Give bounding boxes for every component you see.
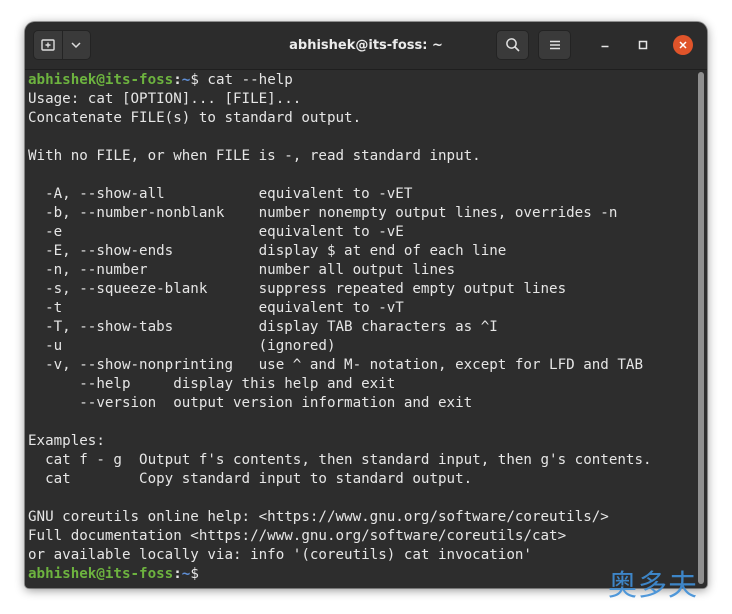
command-line: abhishek@its-foss:~$ cat --help [28, 71, 652, 90]
chevron-down-icon [71, 42, 81, 49]
output-line [28, 166, 652, 185]
terminal-area[interactable]: abhishek@its-foss:~$ cat --help Usage: c… [25, 70, 707, 588]
output-line: -t equivalent to -vT [28, 300, 404, 316]
output-line: -v, --show-nonprinting use ^ and M- nota… [28, 357, 643, 373]
scrollbar[interactable] [698, 72, 704, 584]
output-line: --version output version information and… [28, 395, 473, 411]
output-line: --help display this help and exit [28, 376, 396, 392]
menu-button[interactable] [538, 30, 571, 60]
output-line: -A, --show-all equivalent to -vET [28, 186, 413, 202]
command-text: cat --help [198, 72, 293, 88]
output-line: -n, --number number all output lines [28, 262, 456, 278]
output-line: or available locally via: info '(coreuti… [28, 547, 532, 563]
new-tab-icon [41, 39, 55, 51]
output-line: -E, --show-ends display $ at end of each… [28, 243, 507, 259]
output-line: -T, --show-tabs display TAB characters a… [28, 319, 498, 335]
close-button[interactable] [673, 35, 693, 55]
maximize-button[interactable] [633, 35, 653, 55]
terminal-output: abhishek@its-foss:~$ cat --help Usage: c… [28, 71, 652, 584]
output-line: Usage: cat [OPTION]... [FILE]... [28, 91, 302, 107]
output-line: -s, --squeeze-blank suppress repeated em… [28, 281, 567, 297]
output-line: cat Copy standard input to standard outp… [28, 471, 473, 487]
prompt-separator: : [173, 566, 182, 582]
output-line [28, 413, 652, 432]
output-line [28, 489, 652, 508]
maximize-icon [638, 40, 648, 50]
prompt-line[interactable]: abhishek@its-foss:~$ [28, 565, 652, 584]
titlebar[interactable]: abhishek@its-foss: ~ [25, 22, 707, 70]
output-line: With no FILE, or when FILE is -, read st… [28, 148, 481, 164]
close-icon [679, 41, 687, 49]
watermark-text: 奥多夫 [608, 568, 699, 602]
search-icon [505, 38, 520, 52]
minimize-icon [601, 45, 609, 48]
new-tab-button[interactable] [34, 31, 62, 59]
prompt-user-host: abhishek@its-foss [28, 566, 174, 582]
output-line: -u (ignored) [28, 338, 336, 354]
tab-menu-button[interactable] [61, 31, 91, 59]
output-line: -e equivalent to -vE [28, 224, 404, 240]
terminal-window: abhishek@its-foss: ~ abhishek@its-foss:~… [25, 22, 707, 588]
output-line: -b, --number-nonblank number nonempty ou… [28, 205, 618, 221]
output-line: cat f - g Output f's contents, then stan… [28, 452, 652, 468]
search-button[interactable] [496, 30, 529, 60]
minimize-button[interactable] [595, 35, 615, 55]
new-tab-button-group [33, 30, 91, 60]
output-line: Full documentation <https://www.gnu.org/… [28, 528, 567, 544]
prompt-user-host: abhishek@its-foss [28, 72, 174, 88]
output-line: GNU coreutils online help: <https://www.… [28, 509, 609, 525]
hamburger-menu-icon [549, 40, 560, 50]
output-line [28, 128, 652, 147]
output-line: Examples: [28, 433, 105, 449]
prompt-separator: : [173, 72, 182, 88]
prompt-symbol: $ [190, 72, 199, 88]
output-line: Concatenate FILE(s) to standard output. [28, 110, 362, 126]
prompt-symbol: $ [190, 566, 199, 582]
